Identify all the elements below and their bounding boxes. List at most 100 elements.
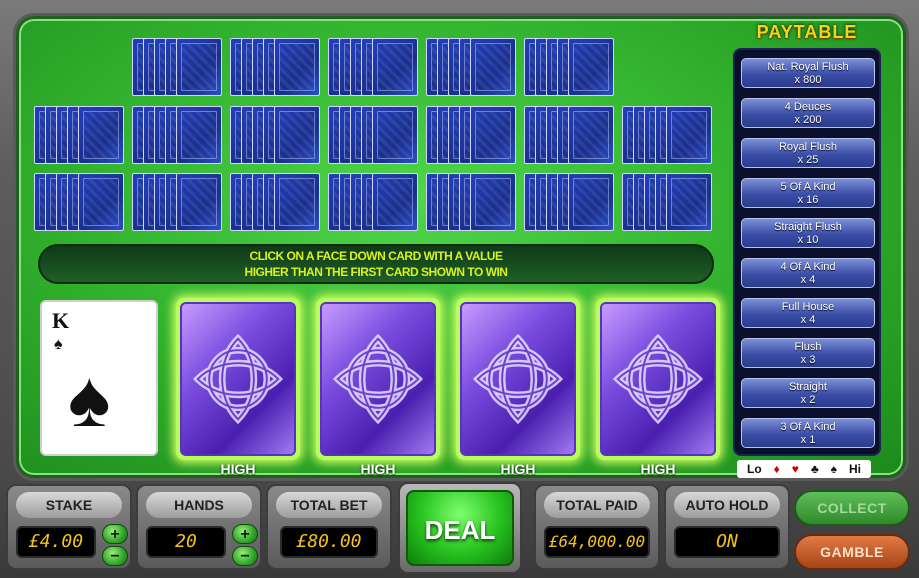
face-down-deck[interactable] <box>34 106 126 164</box>
stake-value: £4.00 <box>16 526 96 558</box>
hands-label: HANDS <box>146 492 252 518</box>
paytable-hand: 5 Of A Kind <box>780 181 836 193</box>
face-down-deck[interactable] <box>524 173 616 231</box>
club-icon: ♣ <box>810 462 819 476</box>
hold-card-back <box>180 302 296 456</box>
card-back <box>568 106 614 164</box>
face-down-deck[interactable] <box>34 173 126 231</box>
paytable-row: Full House x 4 <box>741 298 875 328</box>
hands-value: 20 <box>146 526 226 558</box>
card-back <box>666 173 712 231</box>
auto-hold-label: AUTO HOLD <box>674 492 780 518</box>
paytable-title: PAYTABLE <box>756 22 858 42</box>
hold-card-label: HIGH <box>220 461 256 477</box>
paytable: Nat. Royal Flush x 800 4 Deuces x 200 Royal … <box>733 48 881 456</box>
gamble-button[interactable]: GAMBLE <box>794 534 910 570</box>
card-back <box>470 38 516 96</box>
face-down-deck[interactable] <box>328 38 420 96</box>
card-back <box>372 173 418 231</box>
face-down-deck[interactable] <box>328 106 420 164</box>
lo-hi-suit-order: Lo ♦ ♥ ♣ ♠ Hi <box>737 460 871 478</box>
paytable-hand: Flush <box>794 341 822 353</box>
paytable-payout: x 4 <box>800 314 816 326</box>
paytable-row: Straight Flush x 10 <box>741 218 875 248</box>
paytable-payout: x 200 <box>794 114 822 126</box>
hands-decrease-button[interactable]: − <box>232 546 258 566</box>
collect-button[interactable]: COLLECT <box>794 490 910 526</box>
paytable-row: Straight x 2 <box>741 378 875 408</box>
paytable-hand: Straight <box>789 381 827 393</box>
card-back <box>274 173 320 231</box>
face-down-deck[interactable] <box>230 106 322 164</box>
hold-card-label: HIGH <box>640 461 676 477</box>
card-back <box>78 173 124 231</box>
auto-hold-value[interactable]: ON <box>674 526 780 558</box>
paytable-row: Flush x 3 <box>741 338 875 368</box>
hands-increase-button[interactable]: + <box>232 524 258 544</box>
stake-increase-button[interactable]: + <box>102 524 128 544</box>
diamond-icon: ♦ <box>773 462 780 476</box>
face-down-deck[interactable] <box>132 38 224 96</box>
paytable-hand: Straight Flush <box>774 221 842 233</box>
instruction-line-2: HIGHER THAN THE FIRST CARD SHOWN TO WIN <box>244 265 508 279</box>
auto-hold-panel: AUTO HOLD ON <box>664 484 790 570</box>
paytable-payout: x 4 <box>800 274 816 286</box>
face-down-deck[interactable] <box>230 173 322 231</box>
card-back <box>470 173 516 231</box>
face-down-deck[interactable] <box>132 173 224 231</box>
stake-decrease-button[interactable]: − <box>102 546 128 566</box>
face-down-deck[interactable] <box>132 106 224 164</box>
total-paid-panel: TOTAL PAID £64,000.00 <box>534 484 660 570</box>
celtic-knot-icon <box>472 333 564 425</box>
face-down-deck[interactable] <box>230 38 322 96</box>
paytable-row: 3 Of A Kind x 1 <box>741 418 875 448</box>
first-card: K ♠ ♠ <box>40 300 158 456</box>
paytable-payout: x 1 <box>800 434 816 446</box>
hold-card-label: HIGH <box>360 461 396 477</box>
instruction-line-1: CLICK ON A FACE DOWN CARD WITH A VALUE <box>249 249 503 263</box>
paytable-hand: Nat. Royal Flush <box>767 61 849 73</box>
hold-card[interactable] <box>596 298 720 460</box>
first-card-rank: K <box>52 308 70 333</box>
face-down-deck[interactable] <box>328 173 420 231</box>
paytable-hand: 4 Of A Kind <box>780 261 836 273</box>
paytable-row: Nat. Royal Flush x 800 <box>741 58 875 88</box>
card-back <box>470 106 516 164</box>
card-back <box>176 173 222 231</box>
instruction-bar: CLICK ON A FACE DOWN CARD WITH A VALUE H… <box>38 244 714 284</box>
hands-panel: HANDS 20 + − <box>136 484 262 570</box>
hold-card-back <box>460 302 576 456</box>
spade-icon: ♠ <box>830 462 838 476</box>
total-paid-value: £64,000.00 <box>544 526 650 558</box>
paytable-payout: x 800 <box>794 74 822 86</box>
card-back <box>176 106 222 164</box>
face-down-deck[interactable] <box>426 106 518 164</box>
first-card-big-suit: ♠ <box>68 354 111 443</box>
deal-button-label: DEAL <box>406 490 514 566</box>
paytable-row: 5 Of A Kind x 16 <box>741 178 875 208</box>
paytable-payout: x 25 <box>797 154 819 166</box>
face-down-deck[interactable] <box>622 106 714 164</box>
paytable-row: 4 Of A Kind x 4 <box>741 258 875 288</box>
deal-button[interactable]: DEAL <box>398 482 522 574</box>
stake-panel: STAKE £4.00 + − <box>6 484 132 570</box>
hold-card[interactable] <box>316 298 440 460</box>
face-down-deck[interactable] <box>524 38 616 96</box>
heart-icon: ♥ <box>791 462 799 476</box>
hold-card[interactable] <box>456 298 580 460</box>
face-down-deck[interactable] <box>524 106 616 164</box>
face-down-deck[interactable] <box>426 38 518 96</box>
face-down-deck[interactable] <box>622 173 714 231</box>
paytable-hand: Full House <box>781 301 835 313</box>
face-down-deck[interactable] <box>426 173 518 231</box>
first-card-small-suit: ♠ <box>54 336 63 353</box>
hold-card[interactable] <box>176 298 300 460</box>
card-back <box>666 106 712 164</box>
hold-card-back <box>600 302 716 456</box>
stake-label: STAKE <box>16 492 122 518</box>
paytable-hand: 4 Deuces <box>784 101 832 113</box>
paytable-payout: x 2 <box>800 394 816 406</box>
lo-label: Lo <box>746 462 762 476</box>
total-bet-value: £80.00 <box>280 526 378 558</box>
card-back <box>372 38 418 96</box>
